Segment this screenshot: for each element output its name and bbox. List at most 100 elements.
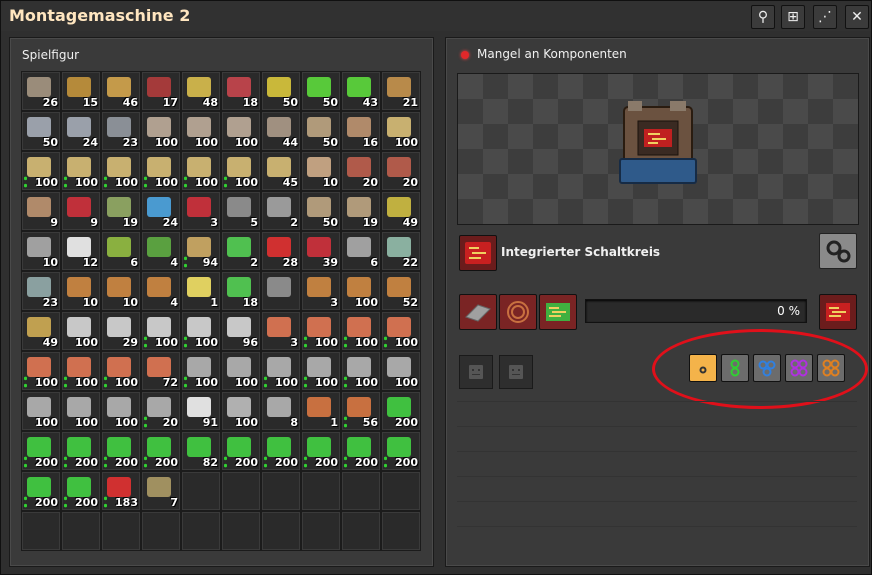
- inventory-slot[interactable]: 100: [101, 391, 141, 431]
- inventory-slot[interactable]: 100: [221, 351, 261, 391]
- inventory-slot[interactable]: [21, 511, 61, 551]
- close-button[interactable]: ✕: [845, 5, 869, 29]
- inventory-slot[interactable]: 200: [101, 431, 141, 471]
- inventory-slot[interactable]: [261, 511, 301, 551]
- inventory-slot[interactable]: 28: [261, 231, 301, 271]
- inventory-slot[interactable]: 200: [301, 431, 341, 471]
- inventory-slot[interactable]: [381, 511, 421, 551]
- ingredient-slot-1[interactable]: [459, 294, 497, 330]
- inventory-slot[interactable]: 200: [341, 431, 381, 471]
- inventory-slot[interactable]: 29: [101, 311, 141, 351]
- titlebar[interactable]: Montagemaschine 2 ⚲ ⊞ ⋰ ✕: [1, 1, 871, 31]
- inventory-slot[interactable]: 100: [101, 151, 141, 191]
- module-slot-2[interactable]: [499, 355, 533, 389]
- inventory-slot[interactable]: 17: [141, 71, 181, 111]
- inventory-slot[interactable]: [261, 271, 301, 311]
- inventory-slot[interactable]: [221, 471, 261, 511]
- inventory-slot[interactable]: 10: [21, 231, 61, 271]
- inventory-slot[interactable]: [141, 511, 181, 551]
- inventory-slot[interactable]: 18: [221, 271, 261, 311]
- inventory-slot[interactable]: 19: [341, 191, 381, 231]
- inventory-slot[interactable]: 50: [301, 71, 341, 111]
- inventory-slot[interactable]: 12: [61, 231, 101, 271]
- inventory-slot[interactable]: 4: [141, 271, 181, 311]
- inventory-slot[interactable]: 5: [221, 191, 261, 231]
- module-slot-1[interactable]: [459, 355, 493, 389]
- inventory-slot[interactable]: 45: [261, 151, 301, 191]
- inventory-slot[interactable]: 200: [21, 471, 61, 511]
- inventory-slot[interactable]: 200: [61, 431, 101, 471]
- inventory-slot[interactable]: 10: [101, 271, 141, 311]
- inventory-slot[interactable]: [381, 471, 421, 511]
- inventory-slot[interactable]: 100: [141, 151, 181, 191]
- inventory-slot[interactable]: [341, 471, 381, 511]
- inventory-slot[interactable]: 200: [381, 391, 421, 431]
- inventory-slot[interactable]: 100: [61, 351, 101, 391]
- inventory-slot[interactable]: 100: [221, 391, 261, 431]
- inventory-slot[interactable]: 44: [261, 111, 301, 151]
- inventory-slot[interactable]: 200: [261, 431, 301, 471]
- inventory-slot[interactable]: 100: [381, 351, 421, 391]
- inventory-slot[interactable]: 94: [181, 231, 221, 271]
- inventory-slot[interactable]: 49: [381, 191, 421, 231]
- inventory-slot[interactable]: 100: [341, 271, 381, 311]
- inventory-slot[interactable]: 21: [381, 71, 421, 111]
- inventory-slot[interactable]: 100: [221, 151, 261, 191]
- inventory-slot[interactable]: 100: [301, 311, 341, 351]
- inventory-slot[interactable]: 26: [21, 71, 61, 111]
- inventory-slot[interactable]: 200: [21, 431, 61, 471]
- inventory-slot[interactable]: 100: [381, 311, 421, 351]
- inventory-slot[interactable]: 100: [141, 111, 181, 151]
- inventory-slot[interactable]: 50: [261, 71, 301, 111]
- inventory-slot[interactable]: 100: [61, 151, 101, 191]
- network-button[interactable]: ⊞: [781, 5, 805, 29]
- inventory-slot[interactable]: 24: [61, 111, 101, 151]
- inventory-slot[interactable]: 56: [341, 391, 381, 431]
- inventory-slot[interactable]: 100: [21, 351, 61, 391]
- inventory-slot[interactable]: 50: [301, 111, 341, 151]
- recipe-button[interactable]: [459, 235, 497, 271]
- inventory-slot[interactable]: [301, 471, 341, 511]
- inventory-slot[interactable]: 24: [141, 191, 181, 231]
- inventory-slot[interactable]: 100: [141, 311, 181, 351]
- inventory-slot[interactable]: 7: [141, 471, 181, 511]
- inventory-slot[interactable]: 50: [21, 111, 61, 151]
- search-button[interactable]: ⚲: [751, 5, 775, 29]
- inventory-slot[interactable]: [341, 511, 381, 551]
- inventory-slot[interactable]: [221, 511, 261, 551]
- inventory-slot[interactable]: 91: [181, 391, 221, 431]
- inventory-slot[interactable]: 9: [21, 191, 61, 231]
- inventory-slot[interactable]: 49: [21, 311, 61, 351]
- inventory-slot[interactable]: 50: [301, 191, 341, 231]
- ingredient-slot-3[interactable]: [539, 294, 577, 330]
- inventory-slot[interactable]: 6: [341, 231, 381, 271]
- inventory-slot[interactable]: 20: [381, 151, 421, 191]
- inventory-slot[interactable]: 9: [61, 191, 101, 231]
- inventory-slot[interactable]: 82: [181, 431, 221, 471]
- inventory-slot[interactable]: 100: [221, 111, 261, 151]
- inventory-slot[interactable]: 20: [341, 151, 381, 191]
- signal-button[interactable]: ⋰: [813, 5, 837, 29]
- inventory-slot[interactable]: 100: [61, 311, 101, 351]
- inventory-slot[interactable]: 15: [61, 71, 101, 111]
- inventory-slot[interactable]: 200: [61, 471, 101, 511]
- inventory-slot[interactable]: 100: [381, 111, 421, 151]
- inventory-slot[interactable]: [261, 471, 301, 511]
- inventory-slot[interactable]: 1: [301, 391, 341, 431]
- inventory-slot[interactable]: 8: [261, 391, 301, 431]
- inventory-slot[interactable]: 16: [341, 111, 381, 151]
- inventory-slot[interactable]: 200: [141, 431, 181, 471]
- inventory-slot[interactable]: 6: [101, 231, 141, 271]
- inventory-slot[interactable]: 46: [101, 71, 141, 111]
- inventory-slot[interactable]: 100: [21, 391, 61, 431]
- inventory-slot[interactable]: 200: [381, 431, 421, 471]
- inventory-slot[interactable]: 100: [261, 351, 301, 391]
- inventory-slot[interactable]: 19: [101, 191, 141, 231]
- recipe-settings-button[interactable]: [819, 233, 857, 269]
- inventory-slot[interactable]: [181, 511, 221, 551]
- inventory-slot[interactable]: 10: [61, 271, 101, 311]
- inventory-slot[interactable]: [301, 511, 341, 551]
- inventory-slot[interactable]: 100: [181, 151, 221, 191]
- inventory-slot[interactable]: 100: [61, 391, 101, 431]
- ingredient-slot-2[interactable]: [499, 294, 537, 330]
